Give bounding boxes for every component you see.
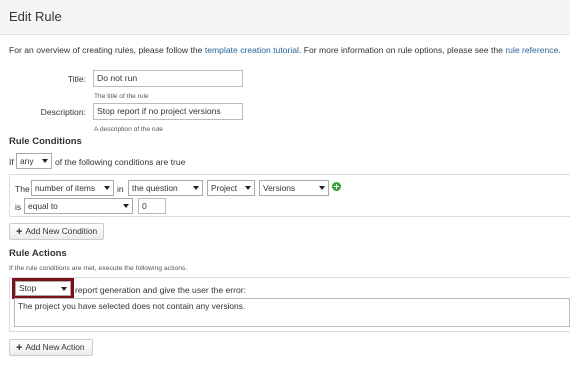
plus-icon: + (16, 342, 23, 354)
condition-category-value: Project (211, 183, 238, 193)
template-tutorial-link[interactable]: template creation tutorial (205, 45, 299, 55)
condition-is-label: is (15, 202, 22, 212)
chevron-down-icon (61, 287, 67, 291)
condition-measure-select[interactable]: number of items (31, 180, 114, 196)
condition-operator-select[interactable]: equal to (24, 198, 133, 214)
add-condition-row-icon[interactable] (332, 182, 341, 191)
condition-category-select[interactable]: Project (207, 180, 255, 196)
title-label: Title: (67, 74, 86, 84)
rule-actions-description: If the rule conditions are met, execute … (9, 265, 188, 272)
page-header: Edit Rule (0, 0, 570, 35)
chevron-down-icon (193, 186, 199, 190)
if-label: If (9, 157, 14, 167)
intro-prefix: For an overview of creating rules, pleas… (9, 45, 205, 55)
condition-field-select[interactable]: Versions (259, 180, 329, 196)
intro-suffix: . (558, 45, 561, 55)
rule-actions-heading: Rule Actions (9, 248, 67, 259)
chevron-down-icon (245, 186, 251, 190)
plus-icon: + (16, 226, 23, 238)
description-hint: A description of the rule (94, 126, 163, 133)
action-type-value: Stop (19, 283, 37, 293)
error-message-textarea[interactable]: The project you have selected does not c… (14, 298, 570, 327)
chevron-down-icon (42, 159, 48, 163)
condition-the-label: The (15, 184, 30, 194)
rule-reference-link[interactable]: rule reference (505, 45, 558, 55)
title-hint: The title of the rule (94, 93, 149, 100)
rule-conditions-heading: Rule Conditions (9, 136, 82, 147)
condition-operator-value: equal to (28, 201, 58, 211)
description-label: Description: (40, 107, 86, 117)
chevron-down-icon (104, 186, 110, 190)
condition-field-value: Versions (263, 183, 296, 193)
intro-middle: . For more information on rule options, … (298, 45, 506, 55)
add-new-action-label: Add New Action (25, 342, 85, 352)
condition-quantifier-value: any (20, 156, 34, 166)
quantifier-suffix: of the following conditions are true (55, 157, 186, 167)
add-new-action-button[interactable]: + Add New Action (9, 339, 93, 356)
condition-value-input[interactable]: 0 (138, 198, 166, 214)
title-input[interactable]: Do not run (93, 70, 243, 87)
action-type-select[interactable]: Stop (15, 281, 71, 296)
condition-source-value: the question (132, 183, 178, 193)
add-new-condition-label: Add New Condition (25, 226, 98, 236)
condition-source-select[interactable]: the question (128, 180, 203, 196)
chevron-down-icon (319, 186, 325, 190)
add-new-condition-button[interactable]: + Add New Condition (9, 223, 104, 240)
description-input[interactable]: Stop report if no project versions (93, 103, 243, 120)
chevron-down-icon (123, 204, 129, 208)
page-title: Edit Rule (9, 9, 62, 24)
condition-measure-value: number of items (35, 183, 96, 193)
intro-text: For an overview of creating rules, pleas… (9, 45, 561, 55)
condition-in-label: in (117, 184, 124, 194)
condition-quantifier-select[interactable]: any (16, 153, 52, 169)
action-suffix: report generation and give the user the … (75, 285, 247, 295)
